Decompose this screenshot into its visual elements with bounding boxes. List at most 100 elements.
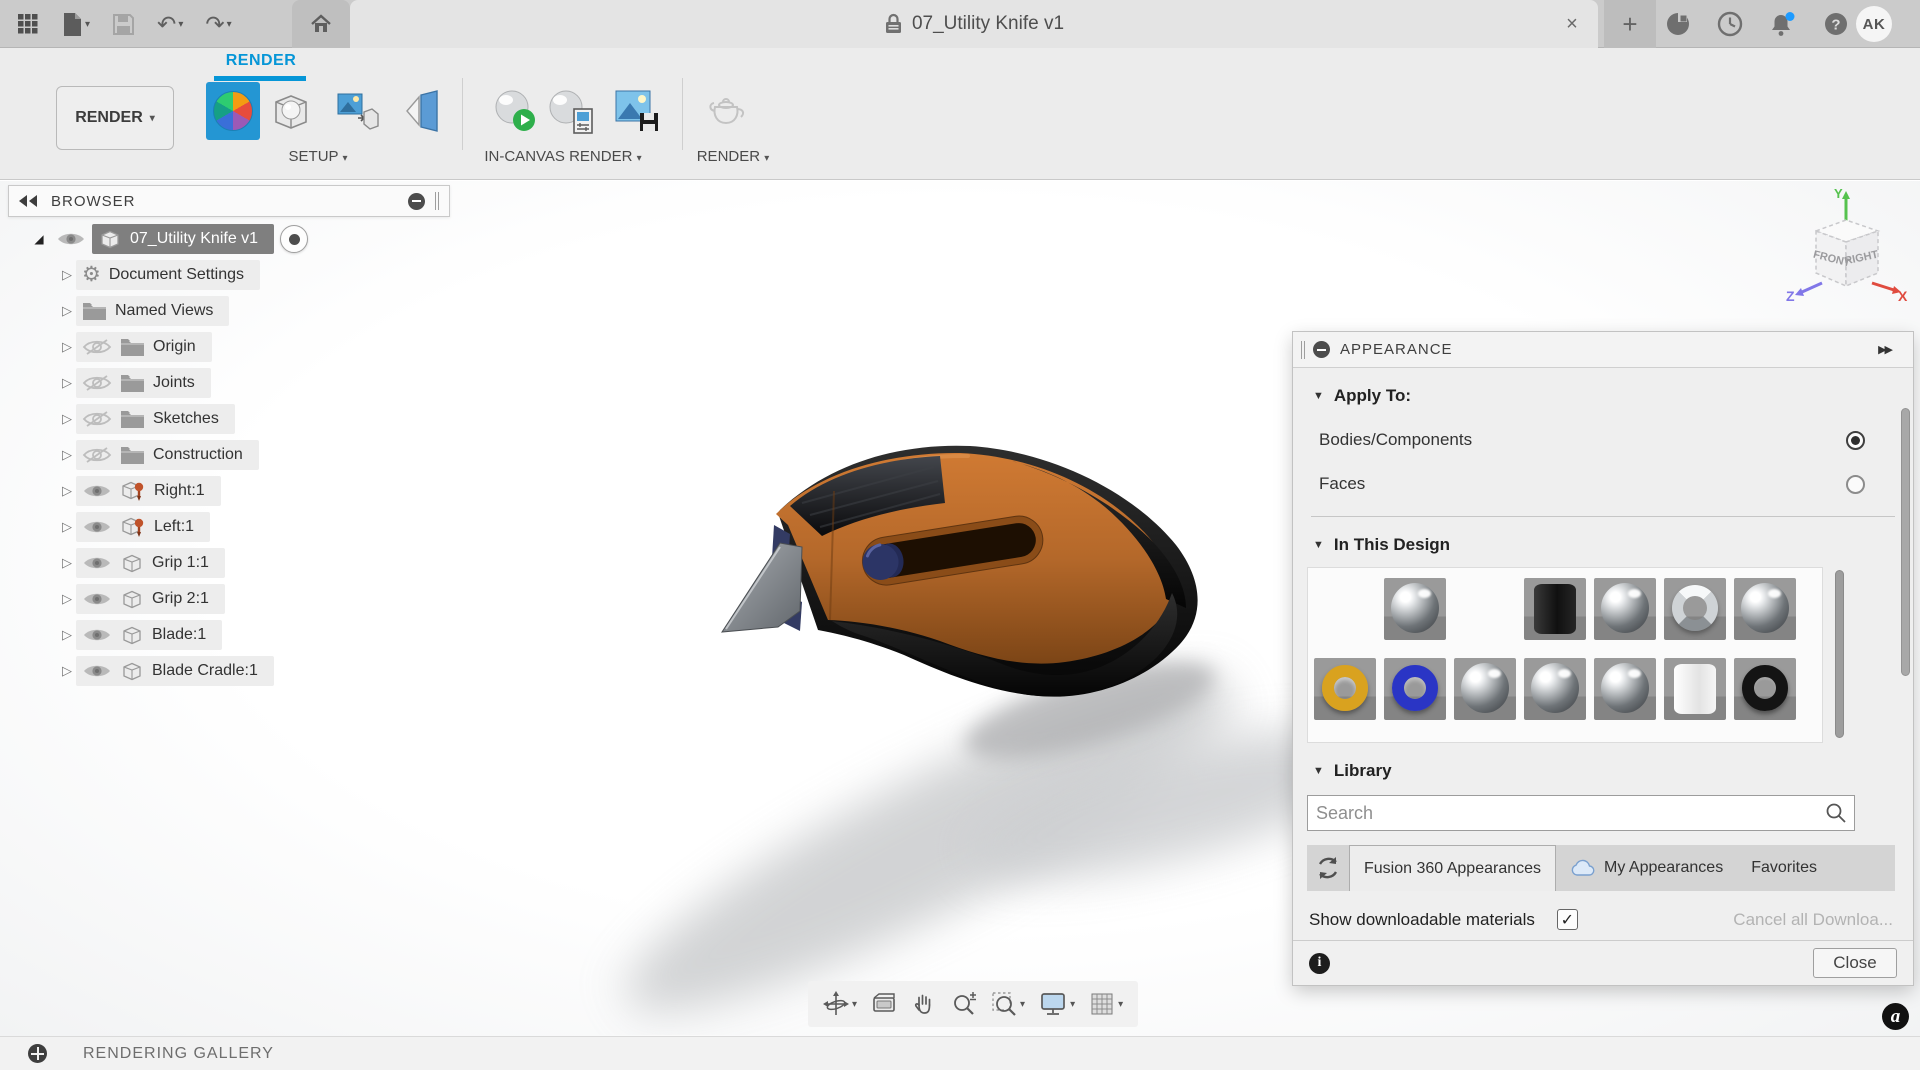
tree-row[interactable]: ▷Grip 1:1: [8, 545, 450, 581]
panel-grip[interactable]: [435, 192, 439, 210]
utility-knife-model[interactable]: [550, 415, 1330, 1035]
expand-arrow-icon[interactable]: ▷: [58, 303, 76, 319]
in-canvas-render-tool-button[interactable]: [488, 82, 542, 140]
library-tab[interactable]: Fusion 360 Appearances: [1349, 845, 1556, 891]
tree-item[interactable]: Blade:1: [76, 620, 222, 650]
tree-item[interactable]: Left:1: [76, 512, 210, 542]
display-settings-button[interactable]: ▾: [1034, 987, 1080, 1021]
tree-row[interactable]: ▷Origin: [8, 329, 450, 365]
tree-item[interactable]: Construction: [76, 440, 259, 470]
capture-image-tool-button[interactable]: [610, 82, 664, 140]
expand-arrow-icon[interactable]: ▷: [58, 591, 76, 607]
in-this-design-section-header[interactable]: ▼ In This Design: [1313, 535, 1913, 555]
expand-arrow-icon[interactable]: ▷: [58, 663, 76, 679]
render-group-label[interactable]: RENDER ▾: [697, 148, 770, 165]
hidden-eye-icon[interactable]: [82, 373, 112, 393]
browser-root-row[interactable]: ◢ 07_Utility Knife v1: [8, 221, 450, 257]
help-button[interactable]: ?: [1818, 6, 1854, 42]
tree-item[interactable]: ⚙Document Settings: [76, 260, 260, 290]
library-section-header[interactable]: ▼ Library: [1313, 761, 1913, 781]
minimize-panel-icon[interactable]: [1313, 341, 1330, 358]
collapse-arrow-icon[interactable]: ◢: [30, 232, 48, 246]
tree-row[interactable]: ▷Joints: [8, 365, 450, 401]
tree-item[interactable]: Blade Cradle:1: [76, 656, 274, 686]
document-tab[interactable]: 07_Utility Knife v1 ×: [350, 0, 1598, 48]
extensions-button[interactable]: [1660, 6, 1696, 42]
tree-row[interactable]: ▷Named Views: [8, 293, 450, 329]
visibility-eye-icon[interactable]: [82, 482, 112, 500]
appearance-swatch-gold-torus[interactable]: [1314, 658, 1376, 720]
swatch-scrollbar[interactable]: [1835, 570, 1844, 738]
panel-scrollbar[interactable]: [1901, 408, 1910, 676]
zoom-window-button[interactable]: ▾: [986, 987, 1030, 1021]
hidden-eye-icon[interactable]: [82, 409, 112, 429]
collapse-left-icon[interactable]: [19, 195, 39, 207]
setup-group-label[interactable]: SETUP ▾: [289, 148, 348, 165]
orbit-button[interactable]: ▾: [818, 987, 862, 1021]
visibility-eye-icon[interactable]: [56, 230, 86, 248]
file-button[interactable]: ▾: [58, 6, 94, 42]
avatar[interactable]: AK: [1856, 6, 1892, 42]
redo-button[interactable]: ↷▾: [201, 6, 235, 42]
appearance-dialog-header[interactable]: APPEARANCE ▶▶: [1293, 332, 1913, 368]
job-status-button[interactable]: [1712, 6, 1748, 42]
library-tab[interactable]: My Appearances: [1556, 845, 1737, 891]
library-tab[interactable]: Favorites: [1737, 845, 1831, 891]
appearance-tool-button[interactable]: [206, 82, 260, 140]
tree-item[interactable]: Sketches: [76, 404, 235, 434]
zoom-button[interactable]: [946, 987, 982, 1021]
show-downloadable-checkbox[interactable]: ✓: [1557, 909, 1578, 930]
view-cube[interactable]: FRONT RIGHT Y Z X: [1782, 187, 1910, 315]
browser-root-item[interactable]: 07_Utility Knife v1: [92, 224, 274, 254]
hidden-eye-icon[interactable]: [82, 445, 112, 465]
tree-row[interactable]: ▷Blade:1: [8, 617, 450, 653]
tree-item[interactable]: Right:1: [76, 476, 221, 506]
hidden-eye-icon[interactable]: [82, 337, 112, 357]
look-at-button[interactable]: [866, 987, 902, 1021]
expand-arrow-icon[interactable]: ▷: [58, 555, 76, 571]
expand-arrow-icon[interactable]: ▷: [58, 375, 76, 391]
rendering-gallery-label[interactable]: RENDERING GALLERY: [83, 1045, 274, 1063]
home-tab[interactable]: [292, 0, 350, 48]
activate-component-radio[interactable]: [280, 225, 308, 253]
tree-row[interactable]: ▷Sketches: [8, 401, 450, 437]
tree-row[interactable]: ▷Left:1: [8, 509, 450, 545]
save-button[interactable]: [108, 6, 139, 42]
expand-arrow-icon[interactable]: ▷: [58, 483, 76, 499]
expand-right-icon[interactable]: ▶▶: [1878, 343, 1891, 356]
visibility-eye-icon[interactable]: [82, 626, 112, 644]
in-canvas-render-settings-tool-button[interactable]: [544, 82, 598, 140]
tree-item[interactable]: Grip 2:1: [76, 584, 225, 614]
in-canvas-group-label[interactable]: IN-CANVAS RENDER ▾: [484, 148, 641, 165]
panel-grip[interactable]: [1301, 341, 1305, 359]
rendering-gallery-icon[interactable]: [28, 1044, 47, 1063]
tree-item[interactable]: Grip 1:1: [76, 548, 225, 578]
expand-arrow-icon[interactable]: ▷: [58, 411, 76, 427]
search-icon[interactable]: [1824, 801, 1848, 825]
grid-settings-button[interactable]: ▾: [1084, 987, 1128, 1021]
appearance-swatch-black-torus[interactable]: [1734, 658, 1796, 720]
expand-arrow-icon[interactable]: ▷: [58, 267, 76, 283]
tree-row[interactable]: ▷Construction: [8, 437, 450, 473]
undo-button[interactable]: ↶▾: [153, 6, 187, 42]
expand-arrow-icon[interactable]: ▷: [58, 447, 76, 463]
ribbon-tab-render[interactable]: RENDER: [218, 52, 304, 70]
info-icon[interactable]: i: [1309, 953, 1330, 974]
appearance-swatch-chrome-sphere[interactable]: [1734, 578, 1796, 640]
minimize-panel-icon[interactable]: [408, 193, 425, 210]
workspace-switcher-button[interactable]: RENDER ▾: [56, 86, 174, 150]
appearance-swatch-white-cylinder[interactable]: [1664, 658, 1726, 720]
tree-item[interactable]: Named Views: [76, 296, 229, 326]
render-teapot-tool-button[interactable]: [700, 82, 754, 140]
notifications-button[interactable]: [1764, 6, 1802, 42]
tree-row[interactable]: ▷Grip 2:1: [8, 581, 450, 617]
expand-arrow-icon[interactable]: ▷: [58, 339, 76, 355]
appearance-swatch-blue-torus[interactable]: [1384, 658, 1446, 720]
fusion-logo-badge[interactable]: a: [1882, 1003, 1909, 1030]
decal-tool-button[interactable]: [330, 82, 384, 140]
appearance-swatch-chrome-sphere[interactable]: [1524, 658, 1586, 720]
appearance-swatch-chrome-sphere[interactable]: [1454, 658, 1516, 720]
close-tab-button[interactable]: ×: [1560, 12, 1584, 36]
appearance-swatch-black-cylinder[interactable]: [1524, 578, 1586, 640]
apply-option-radio[interactable]: [1846, 431, 1865, 450]
